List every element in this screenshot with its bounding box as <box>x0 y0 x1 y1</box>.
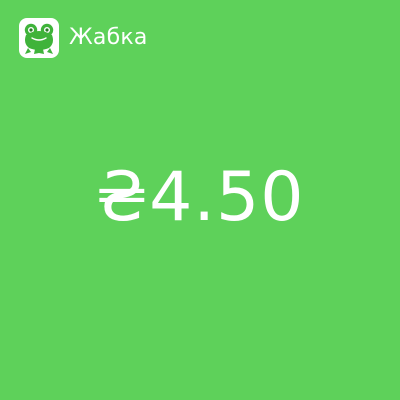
app-name: Жабка <box>69 25 148 50</box>
payment-screen: { "header": { "app_name": "Жабка", "logo… <box>0 0 400 400</box>
payment-amount: ₴4.50 <box>95 158 305 237</box>
app-header: Жабка <box>19 18 148 58</box>
frog-logo-icon <box>19 18 59 58</box>
